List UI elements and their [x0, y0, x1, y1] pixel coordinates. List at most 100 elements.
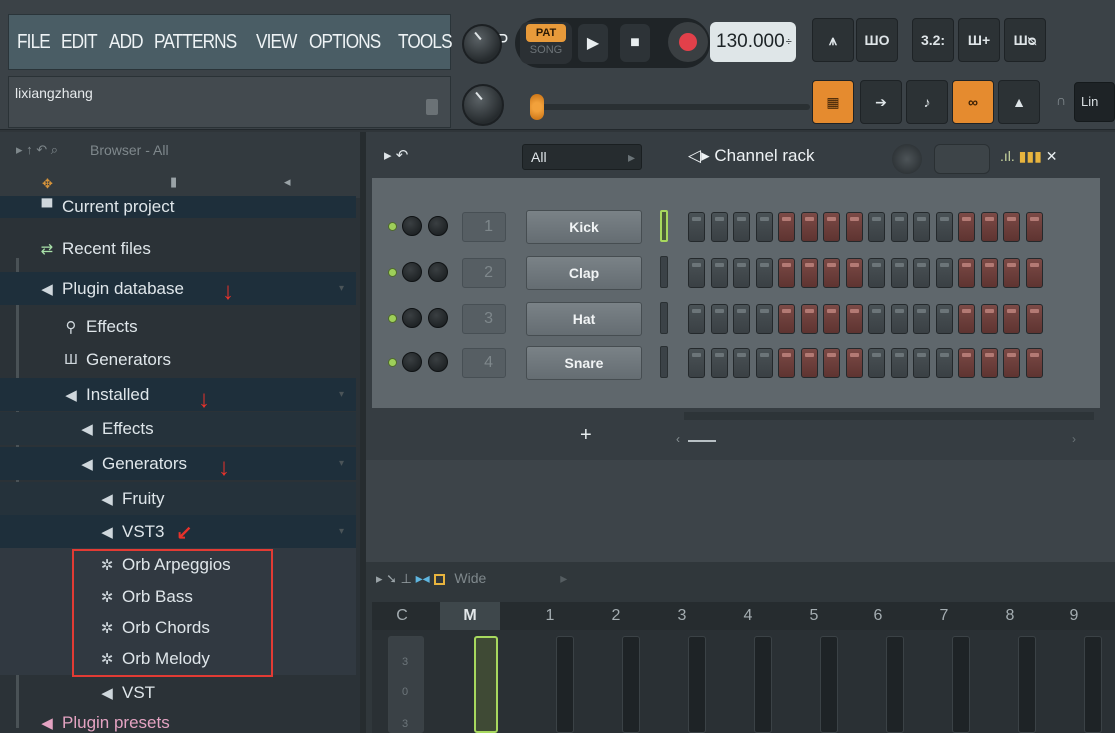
- channel-mute-led[interactable]: [388, 268, 397, 277]
- step-button[interactable]: [958, 258, 975, 288]
- mixer-column-m[interactable]: M: [440, 602, 500, 630]
- blend-notes-button[interactable]: Ш+: [958, 18, 1000, 62]
- step-button[interactable]: [1025, 304, 1043, 334]
- mixer-insert-strip[interactable]: [1084, 636, 1102, 733]
- step-button[interactable]: [823, 212, 840, 242]
- step-button[interactable]: [845, 258, 863, 288]
- step-button[interactable]: [1025, 258, 1043, 288]
- step-button[interactable]: [733, 258, 750, 288]
- step-button[interactable]: [688, 304, 705, 334]
- mixer-insert-strip[interactable]: [952, 636, 970, 733]
- step-button[interactable]: [755, 212, 773, 242]
- tree-effects[interactable]: ⚲ Effects: [0, 310, 356, 343]
- stop-button[interactable]: ■: [620, 24, 650, 62]
- channel-mixer-track[interactable]: 1: [462, 212, 506, 242]
- browser-nav-icon[interactable]: ▸ ↑ ↶ ⌕: [16, 142, 58, 158]
- step-button[interactable]: [1025, 212, 1043, 242]
- tree-installed-effects[interactable]: ◀ Effects: [0, 412, 356, 445]
- step-button[interactable]: [688, 258, 705, 288]
- tree-installed-generators[interactable]: ◀ Generators ▾: [0, 447, 356, 480]
- rack-scroll-thumb[interactable]: [688, 440, 716, 442]
- file-icon[interactable]: ▮: [170, 174, 177, 190]
- mixer-column-2[interactable]: 2: [586, 602, 646, 630]
- rack-view-icons[interactable]: .ıl. ▮▮▮ ✕: [1000, 148, 1057, 165]
- channel-volume-knob[interactable]: [402, 262, 422, 282]
- menu-add[interactable]: ADD: [109, 31, 144, 54]
- step-button[interactable]: [890, 212, 908, 242]
- plugin-icon[interactable]: ◂: [284, 174, 291, 190]
- mixer-options-icon[interactable]: ▸ ➘ ⊥: [376, 571, 416, 586]
- step-button[interactable]: [980, 348, 998, 378]
- add-channel-button[interactable]: +: [580, 424, 592, 447]
- link-button[interactable]: ∞: [952, 80, 994, 124]
- step-button[interactable]: [890, 258, 908, 288]
- play-button[interactable]: ▶: [578, 24, 608, 62]
- step-button[interactable]: [913, 212, 930, 242]
- channel-mixer-track[interactable]: 2: [462, 258, 506, 288]
- step-button[interactable]: [778, 348, 795, 378]
- wait-for-input-button[interactable]: ШО: [856, 18, 898, 62]
- channel-filter-select[interactable]: All ▸: [522, 144, 642, 170]
- step-button[interactable]: [755, 258, 773, 288]
- channel-volume-knob[interactable]: [402, 352, 422, 372]
- mixer-master-strip[interactable]: [474, 636, 498, 733]
- pat-song-toggle[interactable]: PAT SONG: [520, 22, 572, 64]
- tree-plugin-presets[interactable]: ◀ Plugin presets: [0, 712, 356, 733]
- mixer-view-label[interactable]: Wide: [454, 570, 486, 586]
- channel-volume-knob[interactable]: [402, 216, 422, 236]
- mixer-insert-strip[interactable]: [820, 636, 838, 733]
- step-button[interactable]: [958, 348, 975, 378]
- tempo-display[interactable]: 130.000 ÷: [710, 22, 796, 62]
- tree-fruity[interactable]: ◀ Fruity: [0, 482, 356, 515]
- record-button[interactable]: [668, 22, 708, 62]
- menu-view[interactable]: VIEW: [256, 31, 297, 54]
- step-button[interactable]: [800, 258, 818, 288]
- channel-mute-led[interactable]: [388, 358, 397, 367]
- metronome-button[interactable]: ⩚: [812, 18, 854, 62]
- step-button[interactable]: [845, 304, 863, 334]
- step-button[interactable]: [890, 348, 908, 378]
- tree-orb-melody[interactable]: ✲ Orb Melody: [0, 642, 356, 675]
- piano-roll-button[interactable]: ▦: [812, 80, 854, 124]
- menu-tools[interactable]: TOOLS: [398, 31, 453, 54]
- graph-editor-toggle[interactable]: [934, 144, 990, 174]
- channel-select-indicator[interactable]: [660, 210, 668, 242]
- step-button[interactable]: [868, 348, 885, 378]
- tree-installed[interactable]: ◀ Installed ▾: [0, 378, 356, 411]
- step-button[interactable]: [845, 348, 863, 378]
- step-button[interactable]: [1003, 258, 1020, 288]
- channel-select-indicator[interactable]: [660, 346, 668, 378]
- tree-vst[interactable]: ◀ VST: [0, 676, 356, 709]
- step-button[interactable]: [778, 258, 795, 288]
- mixer-column-4[interactable]: 4: [718, 602, 778, 630]
- swing-knob[interactable]: [892, 144, 922, 174]
- step-button[interactable]: [980, 258, 998, 288]
- scroll-right-icon[interactable]: ›: [1072, 432, 1076, 446]
- step-button[interactable]: [800, 348, 818, 378]
- rack-horizontal-scrollbar[interactable]: [684, 412, 1094, 420]
- step-button[interactable]: [800, 304, 818, 334]
- loop-record-button[interactable]: Шᴓ: [1004, 18, 1046, 62]
- channel-name-button[interactable]: Snare: [526, 346, 642, 380]
- countdown-button[interactable]: 3.2:: [912, 18, 954, 62]
- step-button[interactable]: [710, 212, 728, 242]
- tree-orb-arpeggios[interactable]: ✲ Orb Arpeggios: [0, 548, 356, 581]
- mixer-column-1[interactable]: 1: [520, 602, 580, 630]
- channel-select-indicator[interactable]: [660, 302, 668, 334]
- step-button[interactable]: [733, 212, 750, 242]
- mixer-column-8[interactable]: 8: [980, 602, 1040, 630]
- tree-orb-chords[interactable]: ✲ Orb Chords: [0, 611, 356, 644]
- mixer-insert-strip[interactable]: [886, 636, 904, 733]
- step-button[interactable]: [890, 304, 908, 334]
- step-button[interactable]: [755, 348, 773, 378]
- step-button[interactable]: [778, 212, 795, 242]
- mixer-column-7[interactable]: 7: [914, 602, 974, 630]
- mixer-insert-strip[interactable]: [1018, 636, 1036, 733]
- step-button[interactable]: [1025, 348, 1043, 378]
- rack-options-icon[interactable]: ▸ ↶: [384, 146, 408, 164]
- step-button[interactable]: [935, 258, 953, 288]
- step-button[interactable]: [958, 304, 975, 334]
- channel-pan-knob[interactable]: [428, 216, 448, 236]
- mixer-insert-strip[interactable]: [754, 636, 772, 733]
- channel-mixer-track[interactable]: 4: [462, 348, 506, 378]
